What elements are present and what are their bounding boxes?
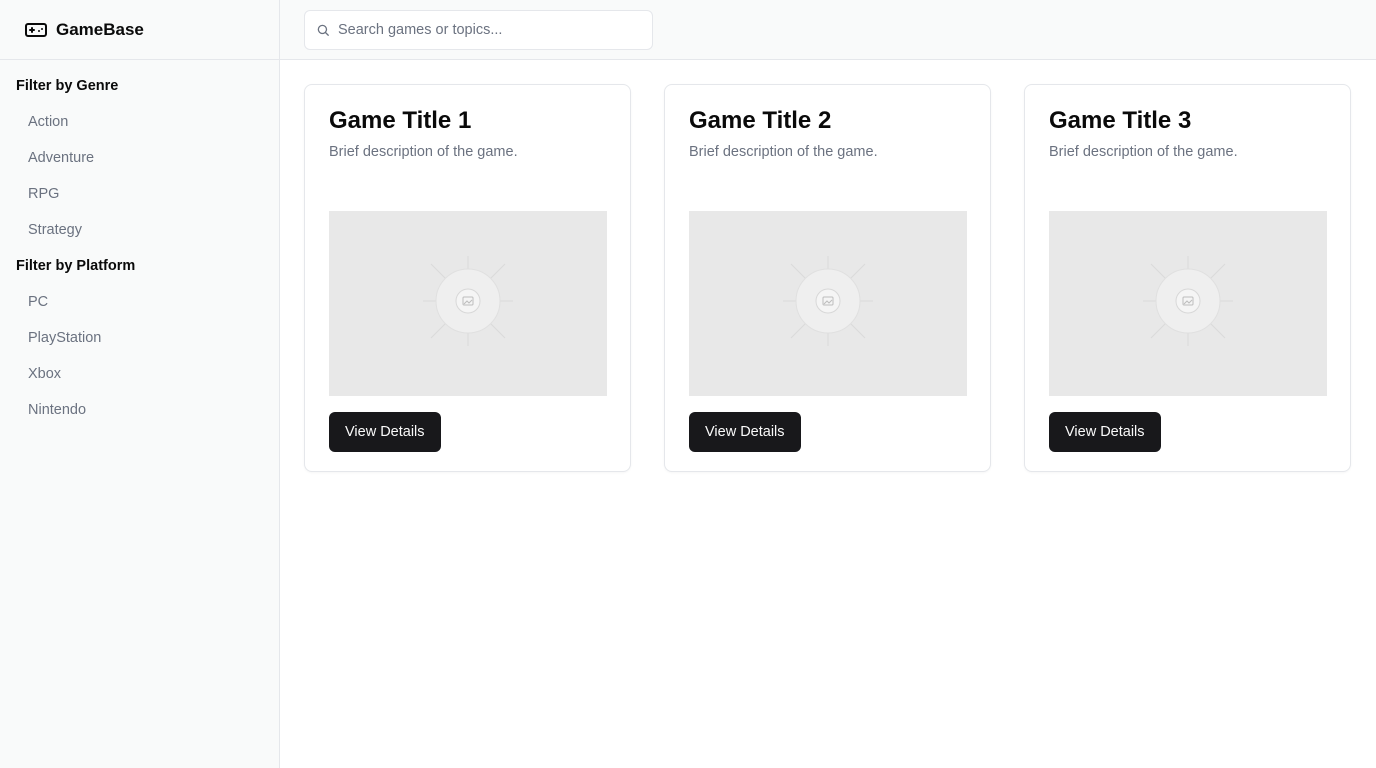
game-card-image (689, 211, 967, 396)
genre-filter-heading: Filter by Genre (16, 78, 119, 94)
game-card: Game Title 2 Brief description of the ga… (664, 84, 991, 472)
game-card: Game Title 3 Brief description of the ga… (1024, 84, 1351, 472)
search-box[interactable] (304, 10, 653, 50)
game-card-title: Game Title 3 (1049, 107, 1192, 134)
view-details-button[interactable]: View Details (329, 412, 441, 452)
game-card-title: Game Title 1 (329, 107, 472, 134)
brand-name: GameBase (56, 19, 144, 39)
search-icon (316, 23, 330, 37)
image-placeholder-icon (423, 256, 513, 351)
view-details-button[interactable]: View Details (1049, 412, 1161, 452)
platform-filter-heading: Filter by Platform (16, 258, 136, 274)
platform-filter-playstation[interactable]: PlayStation (16, 320, 263, 356)
game-card-image (329, 211, 607, 396)
game-card-description: Brief description of the game. (1049, 144, 1238, 160)
platform-filter-nintendo[interactable]: Nintendo (16, 392, 263, 428)
genre-filter-adventure[interactable]: Adventure (16, 140, 263, 176)
platform-filter-xbox[interactable]: Xbox (16, 356, 263, 392)
platform-filter-pc[interactable]: PC (16, 284, 263, 320)
game-card: Game Title 1 Brief description of the ga… (304, 84, 631, 472)
image-placeholder-icon (1143, 256, 1233, 351)
search-input[interactable] (338, 12, 628, 48)
genre-filter-action[interactable]: Action (16, 104, 263, 140)
genre-filter-rpg[interactable]: RPG (16, 176, 263, 212)
view-details-button[interactable]: View Details (689, 412, 801, 452)
filter-nav: Filter by Genre Action Adventure RPG Str… (0, 68, 279, 428)
genre-filter-strategy[interactable]: Strategy (16, 212, 263, 248)
game-card-grid: Game Title 1 Brief description of the ga… (304, 84, 1351, 472)
brand[interactable]: GameBase (0, 0, 279, 60)
gamepad-icon (24, 18, 48, 42)
top-bar (280, 0, 1376, 60)
game-card-image (1049, 211, 1327, 396)
game-card-description: Brief description of the game. (689, 144, 878, 160)
game-card-description: Brief description of the game. (329, 144, 518, 160)
game-card-title: Game Title 2 (689, 107, 832, 134)
image-placeholder-icon (783, 256, 873, 351)
sidebar: GameBase Filter by Genre Action Adventur… (0, 0, 280, 768)
